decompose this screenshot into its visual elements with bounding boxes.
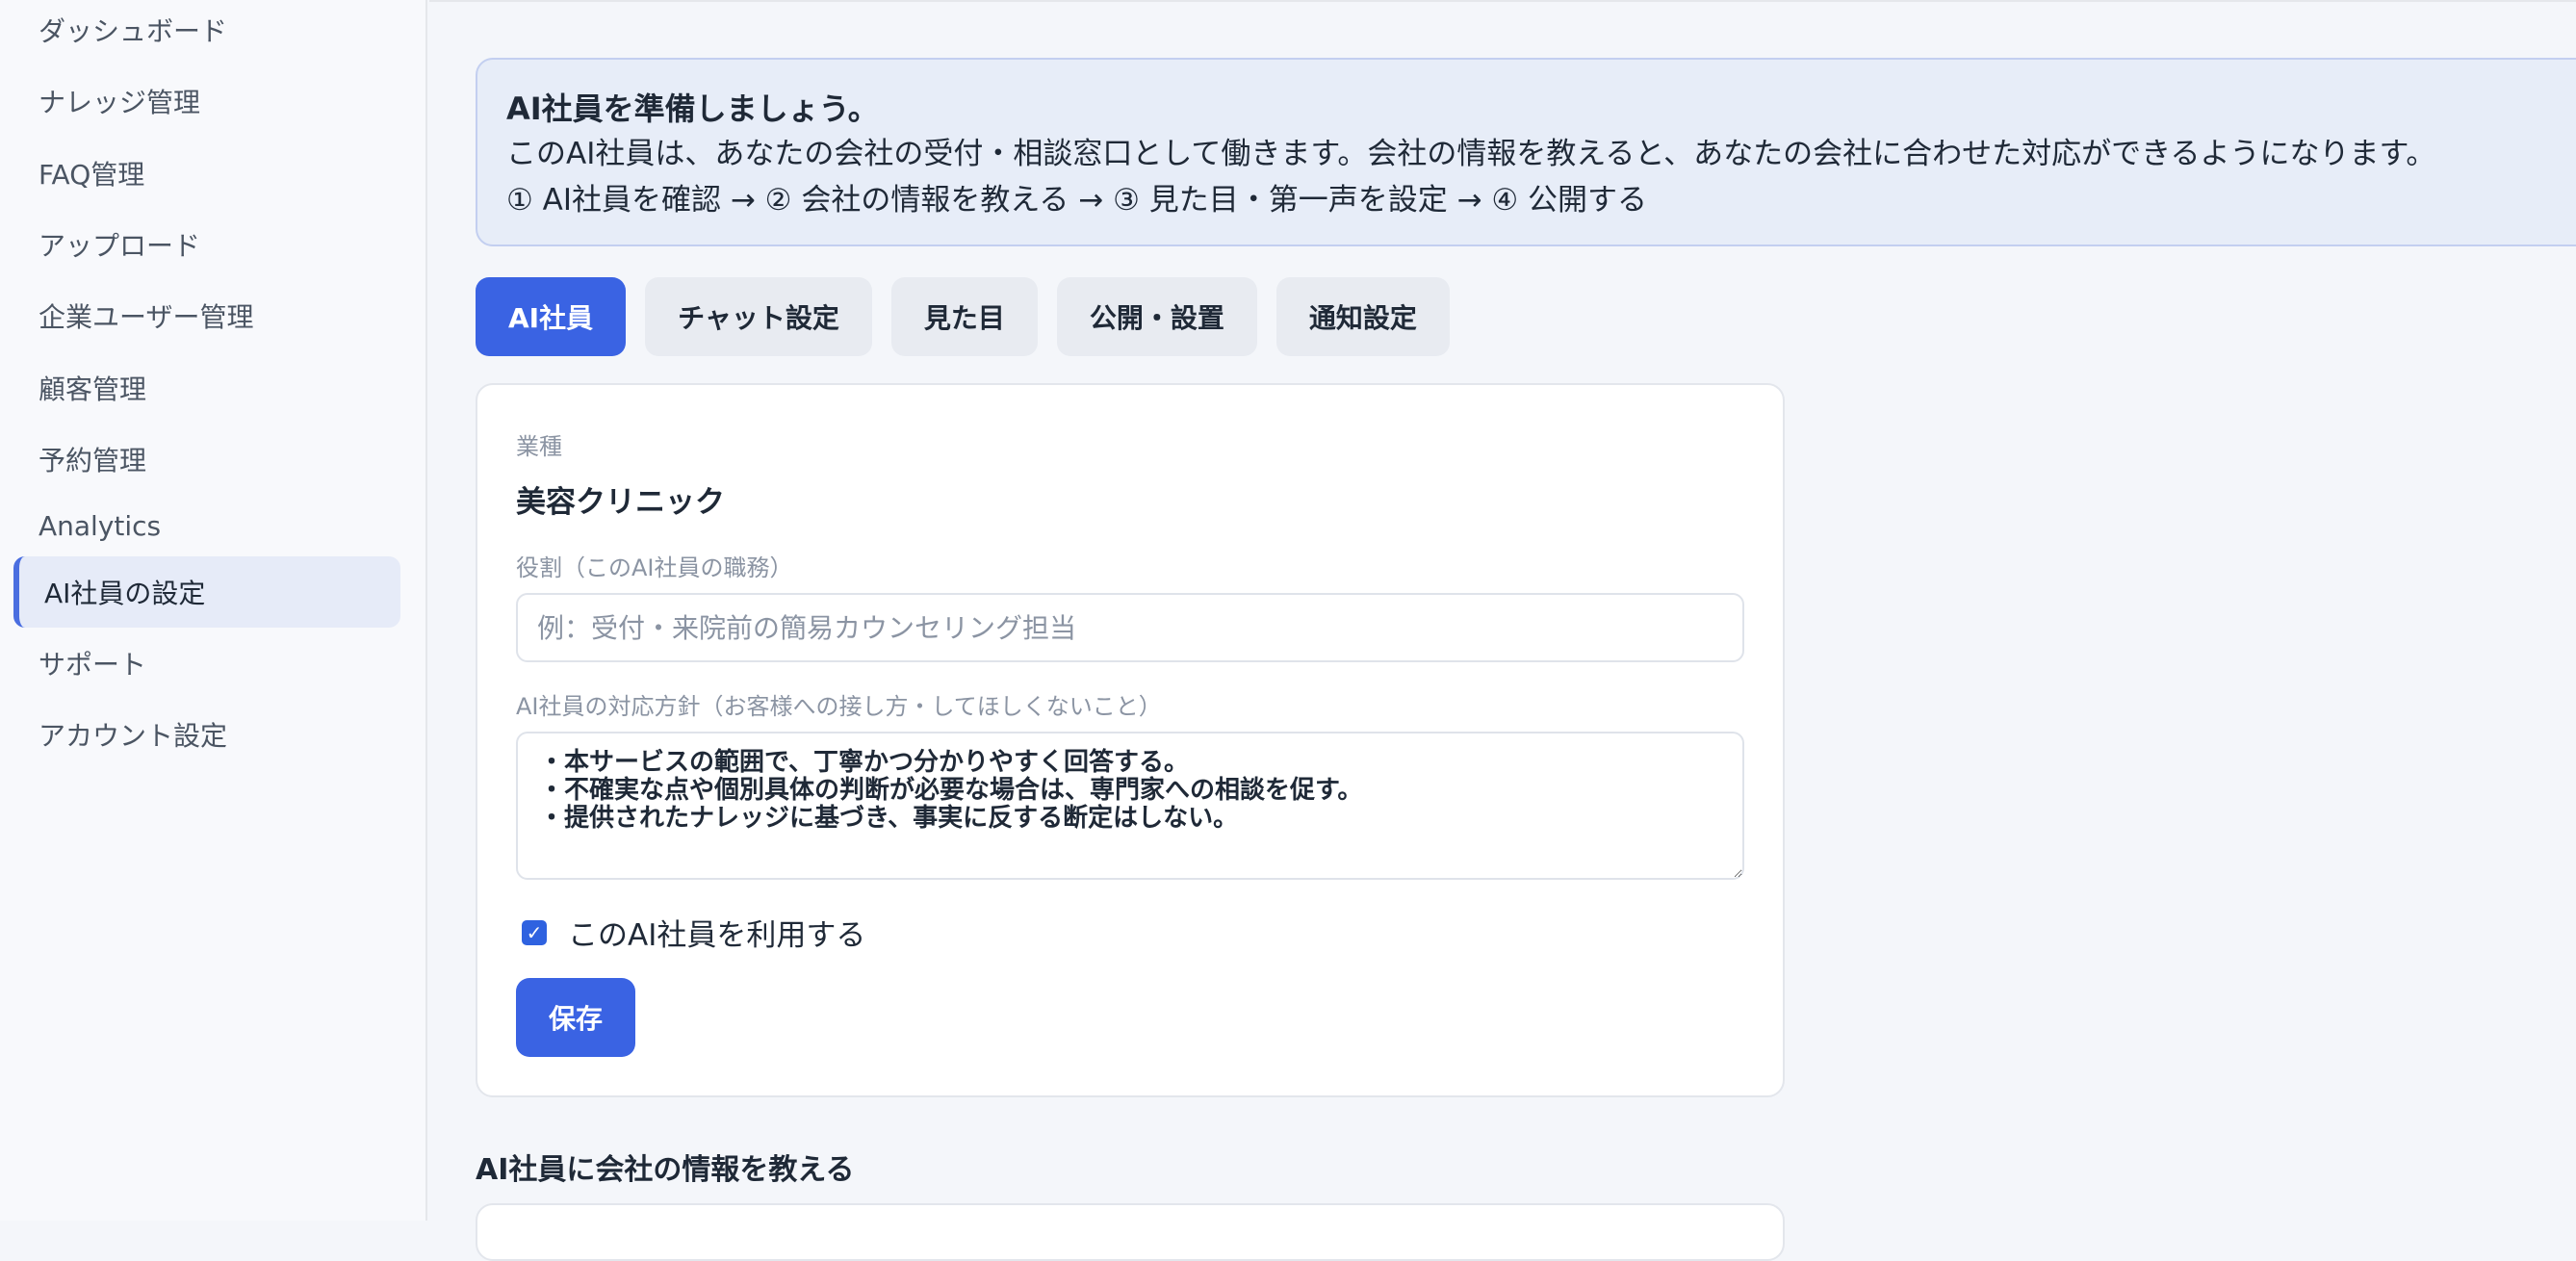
tab-appearance[interactable]: 見た目 [891, 277, 1038, 356]
banner-steps: ① AI社員を確認 → ② 会社の情報を教える → ③ 見た目・第一声を設定 →… [506, 177, 2576, 223]
role-label: 役割（このAI社員の職務） [516, 549, 793, 582]
sidebar-item-reservations[interactable]: 予約管理 [13, 424, 400, 495]
sidebar-item-support[interactable]: サポート [13, 628, 400, 699]
banner-title: AI社員を準備しましょう。 [506, 87, 2576, 131]
tab-chat-settings[interactable]: チャット設定 [645, 277, 872, 356]
sidebar-item-faq[interactable]: FAQ管理 [13, 138, 400, 209]
ai-staff-card: 業種 美容クリニック 役割（このAI社員の職務） AI社員の対応方針（お客様への… [476, 383, 1785, 1097]
industry-value: 美容クリニック [516, 477, 725, 521]
industry-label: 業種 [516, 427, 562, 461]
save-button[interactable]: 保存 [516, 978, 635, 1057]
role-input[interactable] [516, 593, 1744, 662]
top-divider [429, 0, 2576, 2]
policy-label: AI社員の対応方針（お客様への接し方・してほしくないこと） [516, 687, 1162, 721]
company-info-card [476, 1203, 1785, 1261]
sidebar-item-knowledge[interactable]: ナレッジ管理 [13, 65, 400, 137]
settings-tabs: AI社員 チャット設定 見た目 公開・設置 通知設定 [476, 277, 1450, 356]
banner-description: このAI社員は、あなたの会社の受付・相談窓口として働きます。会社の情報を教えると… [506, 131, 2576, 177]
enable-row: ✓ このAI社員を利用する [522, 911, 865, 954]
sidebar-item-company-users[interactable]: 企業ユーザー管理 [13, 280, 400, 351]
main-content: AI社員を準備しましょう。 このAI社員は、あなたの会社の受付・相談窓口として働… [429, 0, 2576, 1221]
sidebar-item-account-settings[interactable]: アカウント設定 [13, 699, 400, 770]
sidebar-item-upload[interactable]: アップロード [13, 209, 400, 280]
onboarding-banner: AI社員を準備しましょう。 このAI社員は、あなたの会社の受付・相談窓口として働… [476, 58, 2576, 246]
tab-publish[interactable]: 公開・設置 [1057, 277, 1257, 356]
sidebar-item-dashboard[interactable]: ダッシュボード [13, 0, 400, 65]
company-info-section-title: AI社員に会社の情報を教える [476, 1145, 854, 1188]
tab-notifications[interactable]: 通知設定 [1276, 277, 1450, 356]
sidebar-item-customers[interactable]: 顧客管理 [13, 352, 400, 424]
sidebar-item-ai-staff-settings[interactable]: AI社員の設定 [13, 556, 400, 628]
enable-label[interactable]: このAI社員を利用する [568, 911, 865, 954]
check-icon: ✓ [527, 921, 543, 944]
tab-ai-staff[interactable]: AI社員 [476, 277, 626, 356]
sidebar: ダッシュボード ナレッジ管理 FAQ管理 アップロード 企業ユーザー管理 顧客管… [0, 0, 427, 1221]
enable-checkbox[interactable]: ✓ [522, 920, 547, 945]
policy-textarea[interactable] [516, 732, 1744, 880]
sidebar-item-analytics[interactable]: Analytics [13, 490, 400, 561]
